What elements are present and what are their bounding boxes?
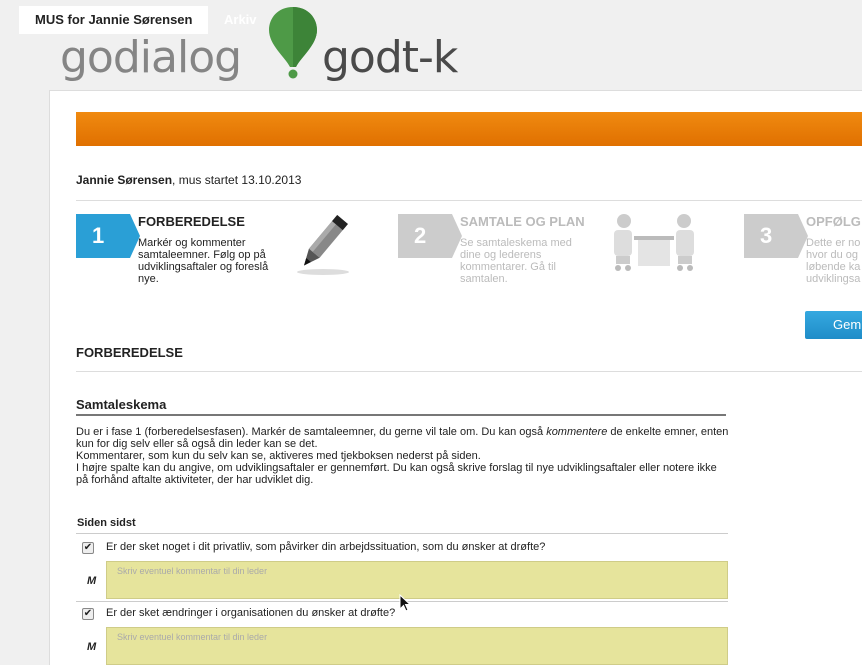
mus-status: , mus startet 13.10.2013 [172, 173, 302, 187]
question-1-text: Er der sket noget i dit privatliv, som p… [106, 541, 546, 553]
question-1-marker: M [87, 575, 97, 587]
step-2-description: Se samtaleskema med dine og lederens komme… [460, 237, 572, 285]
section-heading: FORBEREDELSE [76, 345, 183, 360]
form-title: Samtaleskema [76, 397, 167, 412]
question-2-marker: M [87, 641, 97, 653]
meeting-icon [614, 214, 694, 271]
step-2-number[interactable]: 2 [398, 214, 462, 258]
tab-bar [76, 112, 862, 146]
step-3-number[interactable]: 3 [744, 214, 808, 258]
step-1-description: Markér og kommenter samtaleemner. Følg op… [138, 237, 269, 285]
question-2-text: Er der sket ændringer i organisationen d… [106, 607, 396, 619]
step-2-title: SAMTALE OG PLAN [460, 214, 585, 229]
divider [76, 200, 862, 201]
intro-text: Du er i fase 1 (forberedelsesfasen). Mar… [76, 426, 729, 486]
form-title-rule [76, 414, 726, 416]
question-2-checkbox[interactable]: ✔ [82, 608, 94, 620]
person-info: Jannie Sørensen, mus startet 13.10.2013 [76, 173, 301, 187]
mouse-cursor-icon [399, 594, 411, 612]
person-name: Jannie Sørensen [76, 173, 173, 187]
save-button[interactable]: Gem [805, 311, 862, 339]
question-1-checkbox[interactable]: ✔ [82, 542, 94, 554]
question-1-comment[interactable] [106, 561, 728, 599]
logo-godt-k: godt-k [322, 32, 458, 83]
step-1-title: FORBEREDELSE [138, 214, 245, 229]
step-1-number[interactable]: 1 [76, 214, 140, 258]
question-2-comment[interactable] [106, 627, 728, 665]
divider [76, 371, 862, 372]
logo-godialog: godialog [60, 32, 242, 83]
balloon-logo-icon [269, 7, 317, 79]
step-3-title: OPFØLG [806, 214, 861, 229]
tab-mus[interactable]: MUS for Jannie Sørensen [19, 6, 209, 34]
step-3-description: Dette er no hvor du og løbende ka udvikling… [806, 237, 861, 285]
pencil-icon [297, 214, 349, 275]
tab-archive[interactable]: Arkiv [208, 6, 273, 34]
divider [76, 533, 728, 534]
subsection-title: Siden sidst [77, 517, 136, 529]
